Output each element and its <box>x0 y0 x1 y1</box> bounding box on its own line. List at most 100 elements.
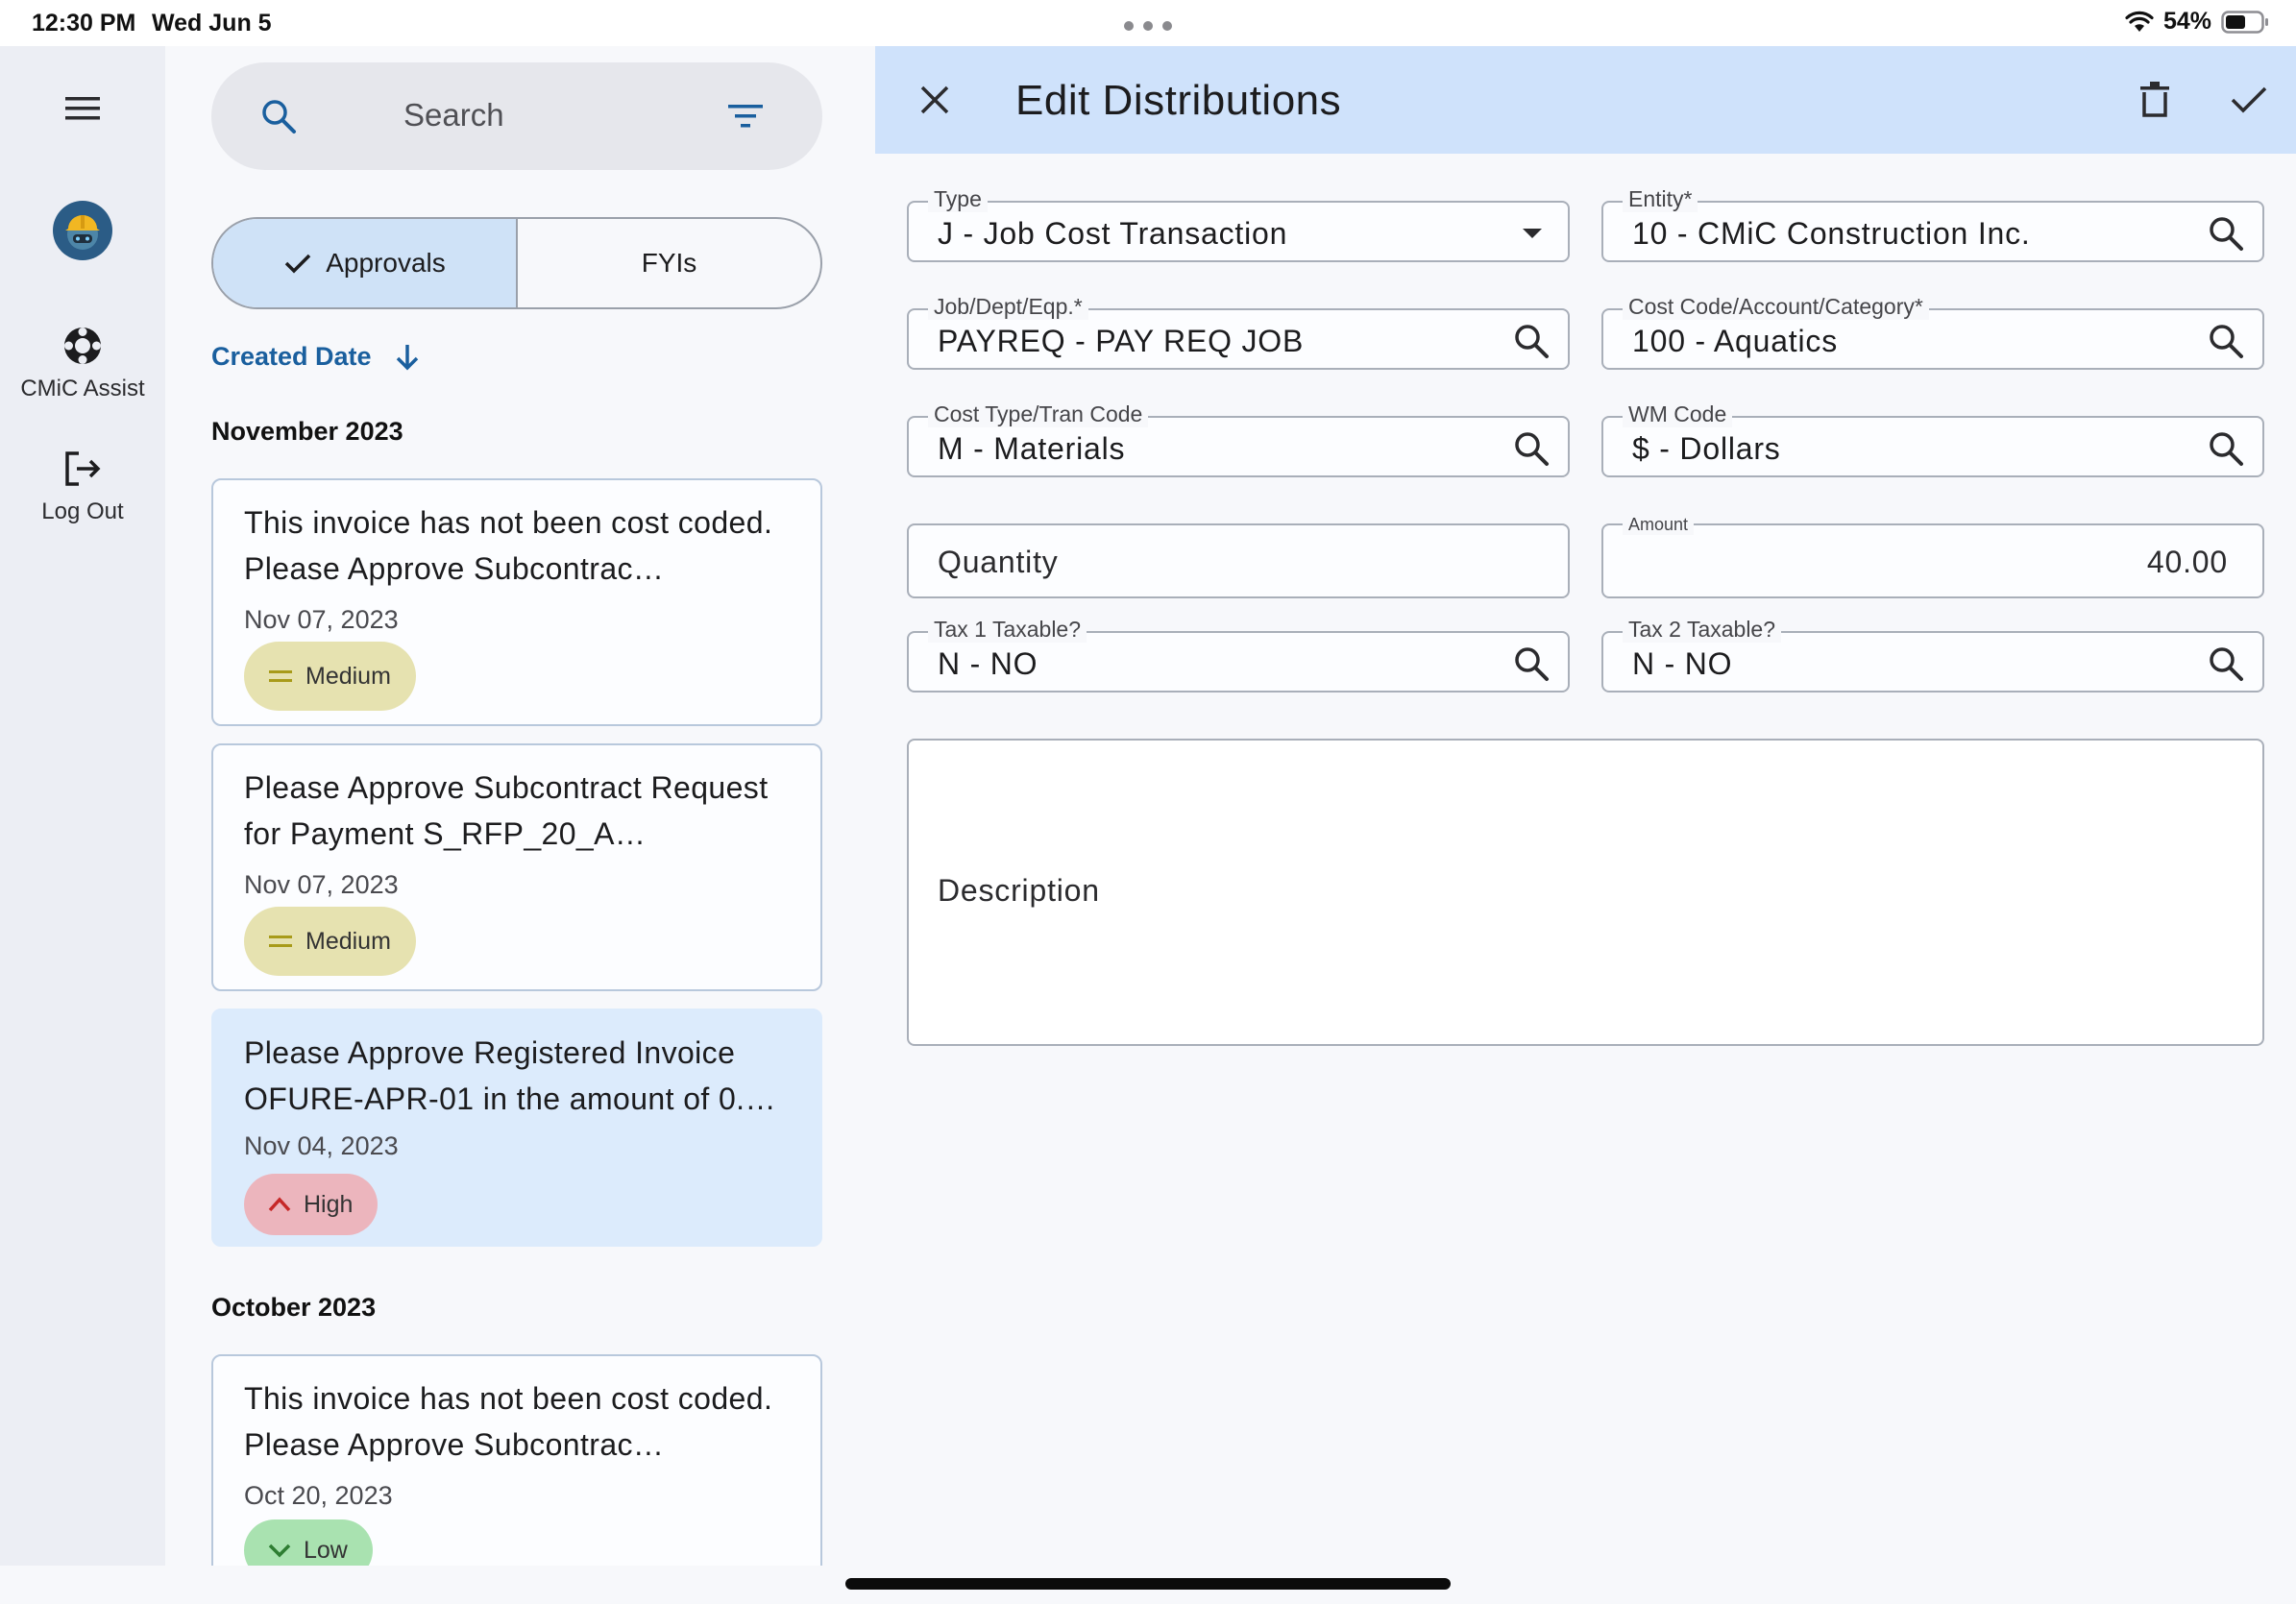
cost-code-field[interactable]: Cost Code/Account/Category* 100 - Aquati… <box>1601 293 2264 370</box>
close-button[interactable] <box>908 73 962 127</box>
sort-label: Created Date <box>211 342 372 371</box>
cost-code-label: Cost Code/Account/Category* <box>1623 293 1929 320</box>
group-header: October 2023 <box>211 1293 377 1322</box>
checkmark-icon <box>2231 86 2267 113</box>
tab-fyis-label: FYIs <box>641 248 697 278</box>
cost-type-label: Cost Type/Tran Code <box>928 401 1149 427</box>
search-icon[interactable] <box>2207 322 2245 360</box>
priority-badge: Low <box>244 1519 373 1566</box>
approval-card-title: Please Approve Registered Invoice OFURE-… <box>244 1035 776 1116</box>
equals-icon <box>269 936 292 947</box>
logout-label: Log Out <box>41 498 124 524</box>
approval-card-date: Oct 20, 2023 <box>244 1481 393 1510</box>
search-icon[interactable] <box>2207 644 2245 683</box>
type-select[interactable]: Type J - Job Cost Transaction <box>907 185 1570 262</box>
approval-card-title: Please Approve Subcontract Request for P… <box>244 770 769 851</box>
priority-label: Low <box>304 1536 348 1564</box>
cost-type-field[interactable]: Cost Type/Tran Code M - Materials <box>907 401 1570 477</box>
approval-card-date: Nov 07, 2023 <box>244 870 399 899</box>
save-button[interactable] <box>2222 73 2276 127</box>
approval-card-selected[interactable]: Please Approve Registered Invoice OFURE-… <box>211 1009 822 1247</box>
search-icon[interactable] <box>2207 429 2245 468</box>
multitasking-dots-icon[interactable] <box>1124 21 1172 31</box>
description-textarea[interactable]: Description <box>907 739 2264 1046</box>
priority-badge: Medium <box>244 642 416 711</box>
navigation-rail: CMiC Assist Log Out <box>0 46 165 1566</box>
wifi-icon <box>2125 11 2154 32</box>
status-time: 12:30 PM <box>32 10 136 36</box>
priority-label: High <box>304 1190 354 1218</box>
job-value: PAYREQ - PAY REQ JOB <box>938 324 1305 358</box>
close-icon <box>920 85 949 114</box>
priority-label: Medium <box>305 662 391 690</box>
tax1-value: N - NO <box>938 646 1038 681</box>
search-icon[interactable] <box>1512 429 1551 468</box>
cmic-assist-label: CMiC Assist <box>20 376 145 401</box>
page-title: Edit Distributions <box>1015 77 1342 124</box>
tab-fyis[interactable]: FYIs <box>518 219 820 307</box>
equals-icon <box>269 670 292 682</box>
logout-nav[interactable]: Log Out <box>0 448 165 525</box>
search-icon <box>262 100 296 134</box>
home-indicator[interactable] <box>845 1578 1451 1590</box>
amount-value: 40.00 <box>2146 545 2228 579</box>
wm-code-field[interactable]: WM Code $ - Dollars <box>1601 401 2264 477</box>
search-icon[interactable] <box>1512 322 1551 360</box>
tab-approvals-label: Approvals <box>326 248 446 278</box>
cmic-assist-nav[interactable]: CMiC Assist <box>0 325 165 402</box>
approval-card[interactable]: Please Approve Subcontract Request for P… <box>211 743 822 991</box>
user-avatar[interactable] <box>0 200 165 266</box>
approval-card[interactable]: This invoice has not been cost coded. Pl… <box>211 478 822 726</box>
delete-button[interactable] <box>2128 73 2182 127</box>
amount-label: Amount <box>1623 514 1695 535</box>
search-icon[interactable] <box>1512 644 1551 683</box>
logout-icon <box>65 451 101 486</box>
entity-value: 10 - CMiC Construction Inc. <box>1632 216 2031 251</box>
approval-card-title: This invoice has not been cost coded. Pl… <box>244 1381 773 1462</box>
approval-card-date: Nov 07, 2023 <box>244 605 399 634</box>
edit-form: Type J - Job Cost Transaction Entity* 10… <box>875 154 2296 1566</box>
approvals-fyis-toggle: Approvals FYIs <box>211 217 822 309</box>
chevron-up-icon <box>268 1197 291 1212</box>
tab-approvals[interactable]: Approvals <box>213 219 518 307</box>
sort-control[interactable]: Created Date <box>211 342 420 372</box>
search-bar[interactable]: Search <box>211 62 822 170</box>
status-indicators: 54% <box>2125 8 2269 36</box>
cost-type-value: M - Materials <box>938 431 1126 466</box>
lifebuoy-icon <box>64 328 101 364</box>
search-input[interactable]: Search <box>403 97 504 134</box>
group-header: November 2023 <box>211 417 403 446</box>
cost-code-value: 100 - Aquatics <box>1632 324 1838 358</box>
battery-percent: 54% <box>2162 8 2211 35</box>
status-date: Wed Jun 5 <box>152 10 272 36</box>
trash-icon <box>2140 82 2169 117</box>
tax2-label: Tax 2 Taxable? <box>1623 616 1782 643</box>
quantity-placeholder: Quantity <box>938 545 1059 579</box>
arrow-down-icon <box>396 344 418 370</box>
approval-card[interactable]: This invoice has not been cost coded. Pl… <box>211 1354 822 1566</box>
entity-label: Entity* <box>1623 185 1698 212</box>
hamburger-menu-icon <box>65 97 100 120</box>
approvals-list-pane: Search Approvals FYIs Created Date Novem… <box>165 46 876 1566</box>
filter-icon[interactable] <box>726 101 765 132</box>
search-icon[interactable] <box>2207 214 2245 253</box>
avatar-bot-icon <box>53 201 112 260</box>
quantity-field[interactable]: Quantity <box>907 523 1570 598</box>
job-field[interactable]: Job/Dept/Eqp.* PAYREQ - PAY REQ JOB <box>907 293 1570 370</box>
tax1-field[interactable]: Tax 1 Taxable? N - NO <box>907 616 1570 693</box>
tax2-field[interactable]: Tax 2 Taxable? N - NO <box>1601 616 2264 693</box>
status-bar: 12:30 PM Wed Jun 5 54% <box>0 0 2296 46</box>
approval-card-title: This invoice has not been cost coded. Pl… <box>244 505 773 586</box>
priority-badge: Medium <box>244 907 416 976</box>
tax2-value: N - NO <box>1632 646 1733 681</box>
edit-header: Edit Distributions <box>875 46 2296 154</box>
entity-field[interactable]: Entity* 10 - CMiC Construction Inc. <box>1601 185 2264 262</box>
tax1-label: Tax 1 Taxable? <box>928 616 1087 643</box>
battery-icon <box>2221 10 2268 34</box>
amount-field[interactable]: Amount 40.00 <box>1601 514 2264 598</box>
type-value: J - Job Cost Transaction <box>938 216 1288 251</box>
wm-code-value: $ - Dollars <box>1632 431 1781 466</box>
menu-button[interactable] <box>0 94 165 128</box>
type-label: Type <box>928 185 988 212</box>
priority-label: Medium <box>305 927 391 955</box>
